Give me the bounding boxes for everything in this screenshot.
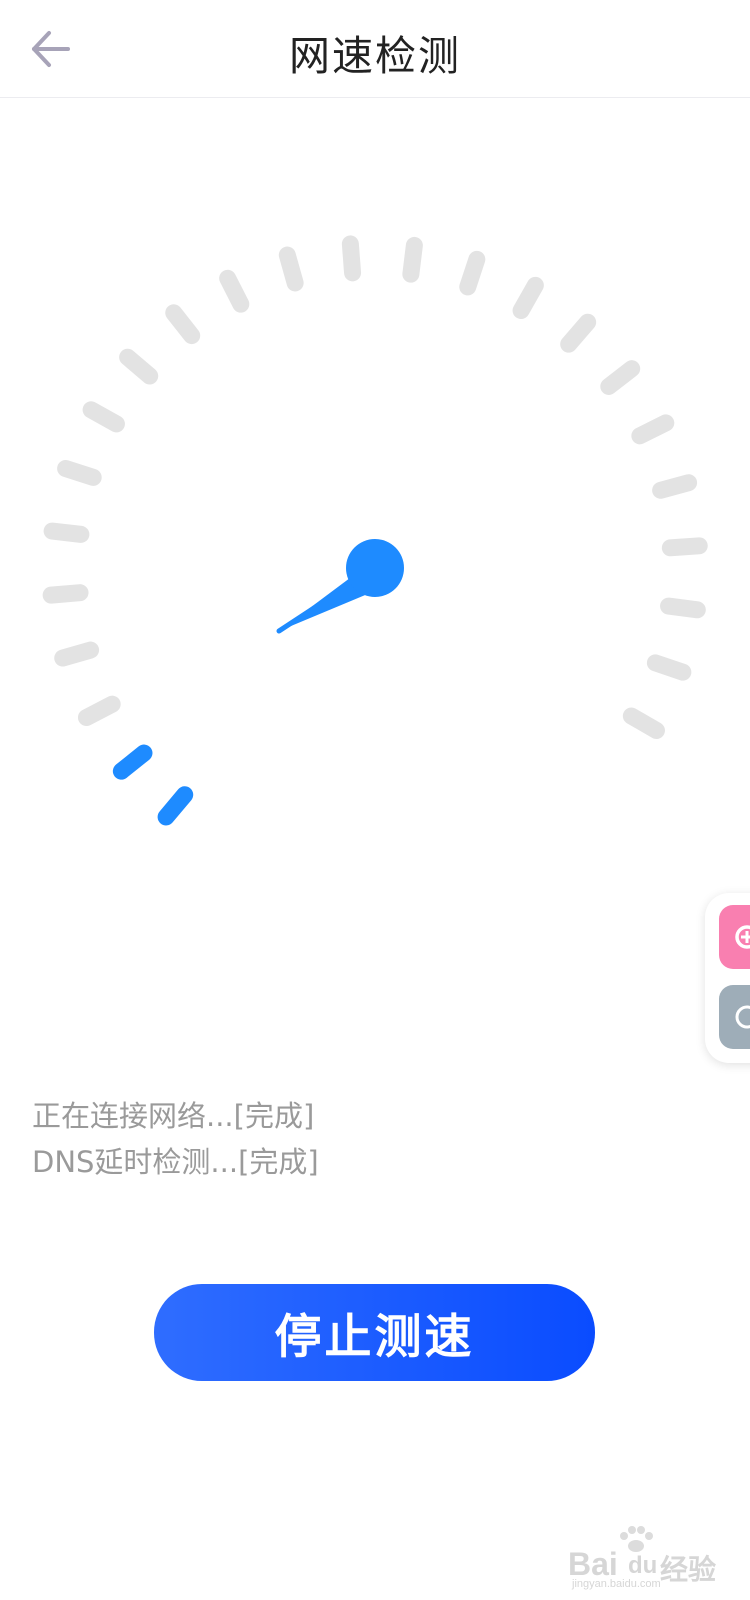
watermark-du: du	[628, 1552, 658, 1579]
gauge-tick	[560, 313, 597, 353]
gauge-tick	[165, 304, 201, 345]
gauge-tick	[54, 641, 100, 667]
app-header: 网速检测	[0, 0, 750, 98]
gauge-tick	[631, 414, 675, 445]
gauge-hub	[346, 539, 404, 597]
refresh-icon	[735, 1005, 750, 1029]
gauge-tick-active	[112, 744, 153, 780]
float-refresh-button[interactable]	[719, 985, 750, 1049]
gauge-tick	[82, 401, 125, 433]
gauge-tick	[42, 584, 89, 604]
gauge-tick	[341, 235, 362, 282]
gauge-tick	[459, 250, 486, 296]
gauge-tick	[119, 348, 159, 385]
speed-gauge	[42, 235, 708, 826]
gauge-tick	[600, 360, 641, 395]
gauge-tick	[219, 269, 250, 313]
gauge-tick	[278, 246, 304, 292]
status-log: 正在连接网络...[完成] DNS延时检测...[完成]	[32, 1093, 319, 1185]
status-line-dns: DNS延时检测...[完成]	[32, 1145, 319, 1179]
gauge-tick	[661, 537, 708, 557]
gauge-tick	[652, 474, 698, 499]
gauge-tick	[43, 522, 90, 543]
watermark: Bai du 经验 jingyan.baidu.com	[568, 1522, 728, 1590]
gauge-tick	[660, 597, 706, 619]
floating-dock	[705, 893, 750, 1063]
gauge-tick	[402, 236, 423, 283]
stop-test-button[interactable]: 停止测速	[154, 1284, 595, 1381]
plus-icon	[735, 925, 750, 949]
gauge-tick-active	[157, 786, 194, 826]
gauge-tick	[646, 654, 692, 681]
float-add-button[interactable]	[719, 905, 750, 969]
gauge-tick	[622, 707, 665, 739]
gauge-tick	[77, 695, 121, 727]
gauge-tick	[57, 460, 102, 486]
gauge-ticks	[42, 235, 708, 826]
status-line-connect: 正在连接网络...[完成]	[32, 1099, 315, 1133]
watermark-suffix: 经验	[660, 1554, 717, 1585]
page-title: 网速检测	[289, 32, 461, 80]
watermark-url: jingyan.baidu.com	[572, 1578, 661, 1590]
gauge-tick	[512, 276, 544, 320]
